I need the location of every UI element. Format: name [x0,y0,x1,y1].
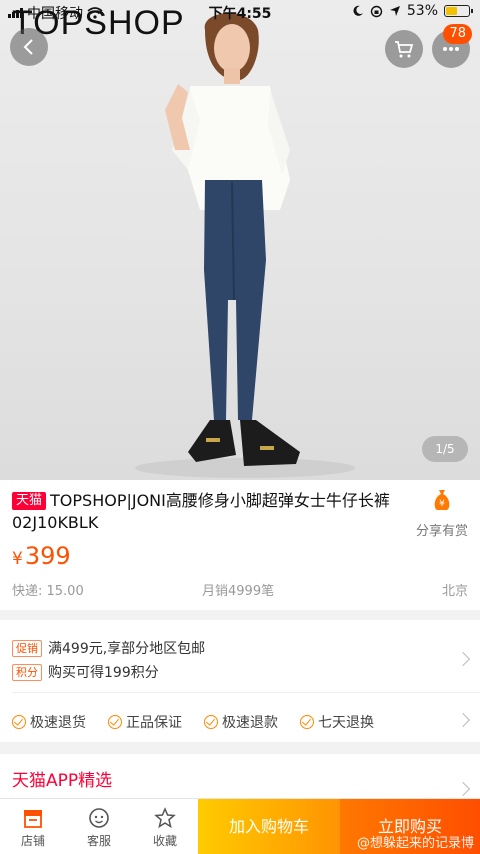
star-icon [154,807,176,829]
chevron-right-icon [455,651,471,667]
service-label: 极速退货 [30,715,86,731]
service-item: 极速退货 [12,712,86,732]
chevron-right-icon [455,712,471,728]
customer-service-icon [89,808,109,828]
chevron-right-icon [455,781,471,797]
svg-text:¥: ¥ [439,499,445,509]
tab-label: 收藏 [152,834,177,848]
cart-button[interactable] [385,30,423,68]
service-label: 七天退换 [318,715,374,731]
add-to-cart-button[interactable]: 加入购物车 [198,799,340,854]
tmall-picks-section[interactable]: 天猫APP精选 [0,754,480,800]
rotation-lock-icon [370,5,383,17]
cart-count-badge: 78 [443,24,472,44]
service-item: 正品保证 [108,712,182,732]
ship-from-location: 北京 [441,584,468,599]
tab-customer-service[interactable]: 客服 [66,799,132,854]
currency-symbol: ¥ [12,549,23,569]
check-circle-icon [108,715,122,729]
check-circle-icon [300,715,314,729]
back-button[interactable] [10,28,48,66]
tab-store[interactable]: 店铺 [0,799,66,854]
points-text: 购买可得199积分 [48,665,159,681]
service-item: 七天退换 [300,712,374,732]
product-title-row: 天猫 TOPSHOP|JONI高腰修身小脚超弹女士牛仔长裤02J10KBLK [12,490,402,534]
service-guarantees[interactable]: 极速退货 正品保证 极速退款 七天退换 [12,712,374,732]
service-label: 极速退款 [222,715,278,731]
check-circle-icon [204,715,218,729]
points-tag: 积分 [12,663,42,681]
location-icon [389,6,400,16]
promo-text: 满499元,享部分地区包邮 [48,641,206,657]
section-title: 天猫APP精选 [12,771,113,791]
product-title: TOPSHOP|JONI高腰修身小脚超弹女士牛仔长裤02J10KBLK [12,491,390,532]
status-right: 53% [352,3,473,19]
cart-icon [395,41,414,58]
battery-icon [444,5,473,17]
promotion-line-points: 积分 购买可得199积分 [12,662,159,682]
battery-fill [446,7,457,15]
price: ¥399 [12,542,71,570]
chevron-left-icon [23,39,33,55]
tab-label: 店铺 [20,834,45,848]
moon-icon [353,5,363,16]
tab-favorite[interactable]: 收藏 [132,799,198,854]
promotion-card[interactable]: 促销 满499元,享部分地区包邮 积分 购买可得199积分 极速退货 正品保证 … [0,620,480,742]
gallery-page-indicator: 1/5 [422,436,468,462]
product-photo [135,13,355,478]
promo-tag: 促销 [12,639,42,657]
tmall-tag: 天猫 [12,492,47,510]
product-info-card: 天猫 TOPSHOP|JONI高腰修身小脚超弹女士牛仔长裤02J10KBLK ¥ … [0,480,480,610]
monthly-sales: 月销4999笔 [202,584,275,599]
money-bag-icon: ¥ [434,490,450,510]
divider [12,692,480,693]
share-label: 分享有赏 [415,524,468,539]
tab-label: 客服 [86,834,111,848]
shipping-fee: 快递: 15.00 [12,584,84,599]
watermark-text: @想躲起来的记录博 [356,836,474,851]
check-circle-icon [12,715,26,729]
battery-percent: 53% [406,3,438,19]
bottom-action-bar: 店铺 客服 收藏 加入购物车 立即购买 @想躲起来的记录博 [0,798,480,854]
service-label: 正品保证 [126,715,182,731]
price-value: 399 [24,542,71,570]
service-item: 极速退款 [204,712,278,732]
share-button[interactable]: ¥ 分享有赏 [414,488,470,539]
product-image-gallery[interactable]: 中国移动 下午4:55 53% TOPSHOP 78 1/5 [0,0,480,480]
store-icon [24,810,42,828]
promotion-line-shipping: 促销 满499元,享部分地区包邮 [12,638,205,658]
